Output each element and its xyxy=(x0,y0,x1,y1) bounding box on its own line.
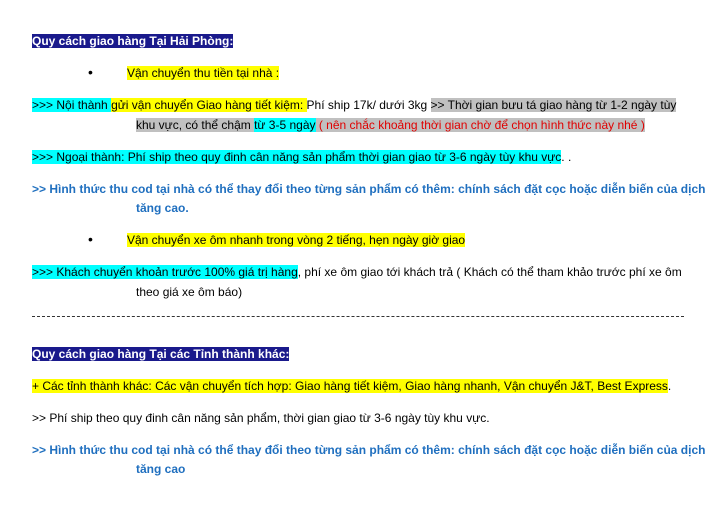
section1-title: Quy cách giao hàng Tại Hải Phòng: xyxy=(32,33,234,49)
section2-title: Quy cách giao hàng Tại các Tỉnh thành kh… xyxy=(32,346,290,362)
inner-city-line2: khu vực, có thể chậm từ 3-5 ngày ( nên c… xyxy=(136,117,645,133)
cod-note2-line2: tăng cao xyxy=(136,462,186,476)
inner-city-text5: từ 3-5 ngày xyxy=(254,118,316,132)
bullet-icon: • xyxy=(88,64,93,80)
outer-city-prefix: >>> Ngoại thành: xyxy=(32,150,128,164)
cod-note2-line1: >> Hình thức thu cod tại nhà có thể thay… xyxy=(32,443,706,457)
inner-city-text2: Phí ship 17k/ dưới 3kg xyxy=(306,98,431,112)
section2-title-text: Quy cách giao hàng Tại các Tỉnh thành kh… xyxy=(32,347,290,361)
inner-city-line1: >>> Nội thành gửi vận chuyển Giao hàng t… xyxy=(32,97,677,113)
section1-title-text: Quy cách giao hàng Tại Hải Phòng: xyxy=(32,34,234,48)
shipping-fee-line: >> Phí ship theo quy đinh cân năng sản p… xyxy=(32,411,490,425)
inner-city-text3: >> Thời gian bưu tá giao hàng từ 1-2 ngà… xyxy=(430,98,677,112)
bullet-icon: • xyxy=(88,231,93,247)
carriers-line: + Các tỉnh thành khác: Các vận chuyển tí… xyxy=(32,378,671,394)
section-divider xyxy=(32,316,684,317)
carriers-text: + Các tỉnh thành khác: Các vận chuyển tí… xyxy=(32,379,668,393)
inner-city-prefix: >>> Nội thành xyxy=(32,98,112,112)
bullet1: Vận chuyển thu tiền tại nhà : xyxy=(127,65,280,81)
inner-city-text1: gửi vận chuyển Giao hàng tiết kiệm: xyxy=(111,98,307,112)
outer-city-line: >>> Ngoại thành: Phí ship theo quy đinh … xyxy=(32,149,571,165)
carriers-end: . xyxy=(667,379,672,393)
motorbike-line1: >>> Khách chuyển khoản trước 100% giá tr… xyxy=(32,264,682,280)
outer-city-text: Phí ship theo quy đinh cân năng sản phẩm… xyxy=(127,150,562,164)
cod-note1-line1: >> Hình thức thu cod tại nhà có thể thay… xyxy=(32,182,706,196)
inner-city-text6: ( nên chắc khoảng thời gian chờ để chọn … xyxy=(315,118,645,132)
motorbike-line2: theo giá xe ôm báo) xyxy=(136,285,243,299)
inner-city-text4: khu vực, có thể chậm xyxy=(136,118,255,132)
cod-note1-line2: tăng cao. xyxy=(136,201,189,215)
motorbike-text1: >>> Khách chuyển khoản trước 100% giá tr… xyxy=(32,265,298,279)
bullet1-text: Vận chuyển thu tiền tại nhà : xyxy=(127,66,280,80)
bullet2-text: Vận chuyển xe ôm nhanh trong vòng 2 tiến… xyxy=(127,233,466,247)
bullet2: Vận chuyển xe ôm nhanh trong vòng 2 tiến… xyxy=(127,232,466,248)
motorbike-text2: , phí xe ôm giao tới khách trả ( Khách c… xyxy=(297,265,682,279)
outer-city-suffix: . . xyxy=(561,150,572,164)
